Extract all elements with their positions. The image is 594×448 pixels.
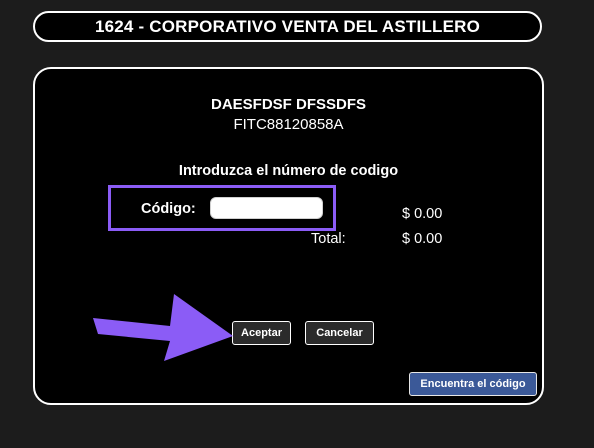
accept-button[interactable]: Aceptar [232, 321, 291, 345]
store-title-bar: 1624 - CORPORATIVO VENTA DEL ASTILLERO [33, 11, 542, 42]
customer-rfc: FITC88120858A [233, 116, 344, 133]
total-label: Total: [311, 231, 346, 247]
amount-value: $ 0.00 [402, 206, 443, 222]
code-input[interactable] [210, 197, 323, 219]
code-prompt: Introduzca el número de codigo [178, 163, 399, 179]
pointer-arrow-icon [93, 294, 233, 361]
find-code-button[interactable]: Encuentra el código [409, 372, 537, 396]
total-value: $ 0.00 [402, 231, 443, 247]
customer-name: DAESFDSF DFSSDFS [210, 96, 366, 113]
code-highlight-box: Código: [108, 185, 336, 231]
code-label: Código: [141, 201, 196, 217]
store-title: 1624 - CORPORATIVO VENTA DEL ASTILLERO [94, 16, 481, 36]
cancel-button[interactable]: Cancelar [305, 321, 374, 345]
